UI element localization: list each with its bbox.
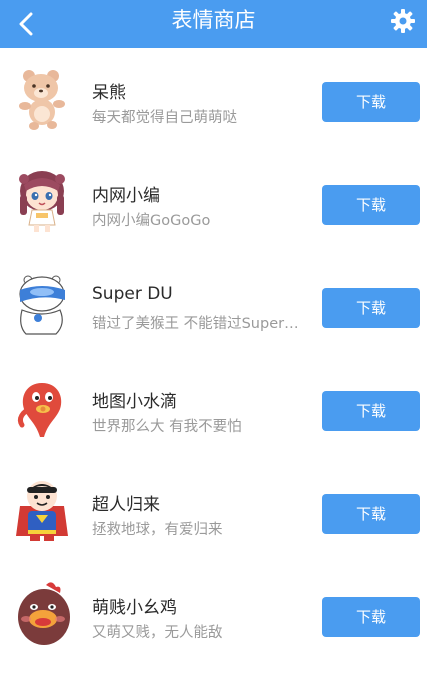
sticker-desc: 错过了美猴王 不能错过Super… (92, 316, 299, 332)
next-list-item-peek (0, 669, 427, 688)
list-item: 超人归来 拯救地球，有爱归来 下载 (0, 460, 427, 563)
download-button[interactable]: 下载 (322, 391, 420, 431)
sticker-desc: 每天都觉得自己萌萌哒 (92, 110, 237, 126)
sticker-name: 呆熊 (92, 83, 126, 103)
water-drop-sticker-icon (17, 383, 62, 437)
superman-sticker-icon (16, 481, 68, 541)
download-button[interactable]: 下载 (322, 597, 420, 637)
sticker-name: Super DU (92, 284, 173, 304)
sticker-name: 萌贱小幺鸡 (92, 598, 177, 618)
gear-icon (391, 9, 415, 33)
sticker-desc: 世界那么大 有我不要怕 (92, 419, 242, 435)
sticker-name: 内网小编 (92, 186, 160, 206)
list-item: 内网小编 内网小编GoGoGo 下载 (0, 151, 427, 254)
list-item: Super DU 错过了美猴王 不能错过Super… 下载 (0, 254, 427, 357)
page-title: 表情商店 (171, 8, 256, 32)
download-button[interactable]: 下载 (322, 185, 420, 225)
sticker-desc: 内网小编GoGoGo (92, 213, 211, 229)
download-button[interactable]: 下载 (322, 82, 420, 122)
list-item: 呆熊 每天都觉得自己萌萌哒 下载 (0, 48, 427, 151)
girl-sticker-icon (19, 171, 65, 232)
sticker-name: 地图小水滴 (92, 392, 177, 412)
sticker-desc: 又萌又贱，无人能敌 (92, 625, 223, 641)
sticker-desc: 拯救地球，有爱归来 (92, 522, 223, 538)
top-bar: 表情商店 (0, 0, 427, 48)
chicken-sticker-icon (18, 582, 70, 645)
sticker-list: 呆熊 每天都觉得自己萌萌哒 下载 内网小编 内网小编GoGoGo 下载 Supe… (0, 48, 427, 666)
bear-sticker-icon (19, 70, 65, 130)
download-button[interactable]: 下载 (322, 494, 420, 534)
settings-button[interactable] (387, 5, 419, 37)
super-du-sticker-icon (19, 275, 65, 335)
download-button[interactable]: 下载 (322, 288, 420, 328)
list-item: 萌贱小幺鸡 又萌又贱，无人能敌 下载 (0, 563, 427, 666)
list-item: 地图小水滴 世界那么大 有我不要怕 下载 (0, 357, 427, 460)
sticker-name: 超人归来 (92, 495, 160, 515)
